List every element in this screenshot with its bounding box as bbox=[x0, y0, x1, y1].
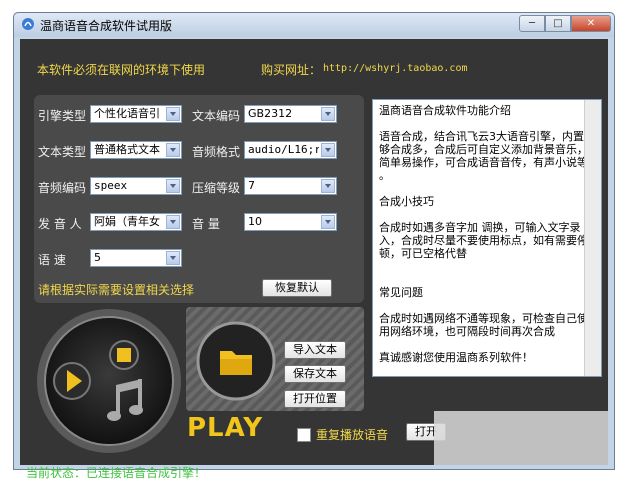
volume-label: 音 量 bbox=[192, 217, 220, 231]
audio-codec-select[interactable]: speex bbox=[90, 177, 182, 195]
vertical-scrollbar[interactable] bbox=[584, 100, 601, 376]
info-textbox[interactable]: 温商语音合成软件功能介绍 语音合成，结合讯飞云3大语音引擎，内置能够合成多，合成… bbox=[372, 99, 602, 377]
chevron-down-icon[interactable] bbox=[321, 143, 335, 157]
engine-type-select[interactable]: 个性化语音引 bbox=[90, 105, 182, 123]
chevron-down-icon[interactable] bbox=[321, 215, 335, 229]
chevron-down-icon[interactable] bbox=[321, 179, 335, 193]
speed-label: 语 速 bbox=[38, 253, 66, 267]
repeat-label: 重复播放语音 bbox=[316, 428, 389, 442]
window-title: 温商语音合成软件试用版 bbox=[40, 19, 173, 33]
chevron-down-icon[interactable] bbox=[166, 143, 180, 157]
text-type-label: 文本类型 bbox=[38, 145, 87, 159]
info-text: 温商语音合成软件功能介绍 语音合成，结合讯飞云3大语音引擎，内置能够合成多，合成… bbox=[379, 104, 595, 364]
settings-panel: 引擎类型 个性化语音引 文本编码 GB2312 文本类型 普通格式文本 音频格式… bbox=[34, 95, 364, 303]
audio-codec-label: 音频编码 bbox=[38, 181, 87, 195]
maximize-button[interactable]: □ bbox=[545, 15, 571, 32]
folder-disc bbox=[196, 321, 276, 401]
chevron-down-icon[interactable] bbox=[166, 107, 180, 121]
buy-label: 购买网址： bbox=[261, 63, 322, 77]
buy-url-link[interactable]: http://wshyrj.taobao.com bbox=[323, 63, 468, 74]
audio-format-select[interactable]: audio/L16;ra bbox=[244, 141, 337, 159]
chevron-down-icon[interactable] bbox=[321, 107, 335, 121]
import-text-button[interactable]: 导入文本 bbox=[284, 341, 346, 359]
chevron-down-icon[interactable] bbox=[166, 179, 180, 193]
reset-default-button[interactable]: 恢复默认 bbox=[262, 279, 332, 297]
status-text: 当前状态：已连接语音合成引擎！ bbox=[26, 466, 207, 480]
volume-select[interactable]: 10 bbox=[244, 213, 337, 231]
speaker-label: 发 音 人 bbox=[38, 217, 82, 231]
text-encoding-label: 文本编码 bbox=[192, 109, 241, 123]
speaker-select[interactable]: 阿娟（青年女 bbox=[90, 213, 182, 231]
notice-text: 本软件必须在联网的环境下使用 bbox=[37, 63, 206, 77]
app-window: 温商语音合成软件试用版 ─ □ ✕ 本软件必须在联网的环境下使用 购买网址： h… bbox=[13, 12, 615, 480]
text-encoding-select[interactable]: GB2312 bbox=[244, 105, 337, 123]
chevron-down-icon[interactable] bbox=[166, 251, 180, 265]
speed-select[interactable]: 5 bbox=[90, 249, 182, 267]
settings-hint: 请根据实际需要设置相关选择 bbox=[38, 283, 195, 297]
action-panel: 导入文本 保存文本 打开位置 bbox=[186, 307, 364, 411]
main-client: 本软件必须在联网的环境下使用 购买网址： http://wshyrj.taoba… bbox=[20, 39, 608, 480]
minimize-button[interactable]: ─ bbox=[519, 15, 545, 32]
close-button[interactable]: ✕ bbox=[571, 15, 611, 32]
app-icon bbox=[22, 18, 34, 30]
title-bar[interactable]: 温商语音合成软件试用版 ─ □ ✕ bbox=[14, 13, 614, 37]
text-type-select[interactable]: 普通格式文本 bbox=[90, 141, 182, 159]
compression-label: 压缩等级 bbox=[192, 181, 241, 195]
watermark-overlay bbox=[434, 411, 608, 465]
repeat-checkbox[interactable] bbox=[297, 428, 311, 442]
audio-format-label: 音频格式 bbox=[192, 145, 241, 159]
chevron-down-icon[interactable] bbox=[166, 215, 180, 229]
compression-select[interactable]: 7 bbox=[244, 177, 337, 195]
open-location-button[interactable]: 打开位置 bbox=[284, 390, 346, 408]
save-text-button[interactable]: 保存文本 bbox=[284, 365, 346, 383]
player-disc bbox=[37, 309, 181, 453]
play-logo: PLAY bbox=[187, 413, 264, 443]
engine-type-label: 引擎类型 bbox=[38, 109, 87, 123]
